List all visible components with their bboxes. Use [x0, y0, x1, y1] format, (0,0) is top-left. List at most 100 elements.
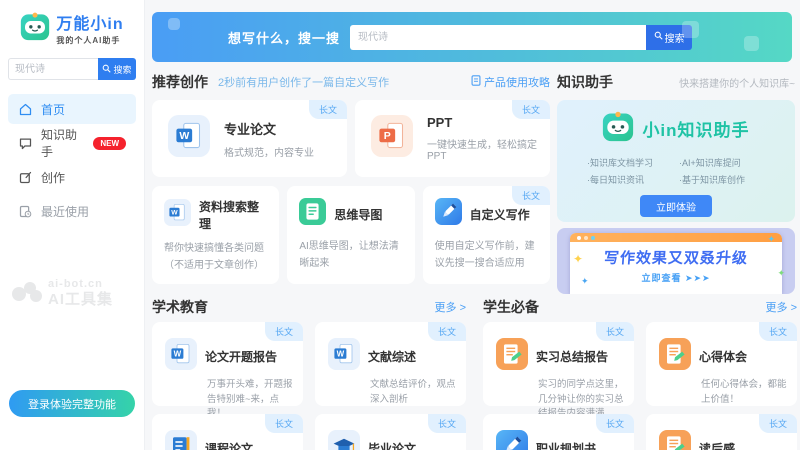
watermark: ai-bot.cn AI工具集	[10, 278, 113, 309]
banner-prompt: 想写什么，搜一搜	[228, 28, 340, 47]
card-research-search[interactable]: W 资料搜索整理 帮你快速搞懂各类问题（不适用于文章创作）	[152, 186, 279, 284]
login-button[interactable]: 登录体验完整功能	[9, 390, 135, 417]
word-icon: W	[328, 338, 360, 375]
watermark-logo-icon	[10, 278, 44, 309]
card-career-plan[interactable]: 长文 职业规划书	[483, 414, 634, 450]
word-icon: W	[165, 338, 197, 375]
ppt-watermark-icon	[682, 21, 699, 38]
sidebar-item-label: 首页	[41, 101, 65, 118]
card-title: 课程论文	[205, 440, 253, 450]
card-title: 思维导图	[334, 206, 382, 223]
long-text-badge: 长文	[309, 100, 347, 119]
sidebar-item-create[interactable]: 创作	[8, 162, 136, 192]
sidebar-search-input[interactable]	[8, 58, 98, 80]
sidebar-item-label: 知识助手	[41, 126, 85, 160]
sidebar-search: 搜索	[8, 58, 136, 80]
section-title: 学术教育	[152, 297, 208, 317]
card-desc: 文献总结评价，观点深入剖析	[370, 378, 456, 407]
long-text-badge: 长文	[265, 322, 303, 341]
knowledge-hint: 快来搭建你的个人知识库~	[679, 75, 795, 90]
edit-icon	[18, 170, 33, 185]
sidebar-item-recent[interactable]: 最近使用	[8, 196, 136, 226]
long-text-badge: 长文	[596, 322, 634, 341]
report-icon	[659, 430, 691, 450]
robot-logo-icon	[20, 11, 50, 46]
card-book-review[interactable]: 长文 读后感	[646, 414, 797, 450]
sidebar-item-knowledge[interactable]: 知识助手 NEW	[8, 128, 136, 158]
pen-icon	[496, 430, 528, 450]
app-subtitle: 我的个人AI助手	[56, 35, 123, 46]
svg-text:W: W	[174, 349, 182, 358]
promo-title: 写作效果又双叒升级	[569, 247, 782, 268]
card-title: 资料搜索整理	[199, 198, 269, 232]
watermark-line1: ai-bot.cn	[48, 278, 113, 291]
card-graduation-thesis[interactable]: 长文 毕业论文 格式规范，内容专业的毕业	[315, 414, 466, 450]
card-desc: 帮你快速搞懂各类问题（不适用于文章创作）	[164, 241, 269, 274]
card-thesis-proposal[interactable]: 长文 W 论文开题报告 万事开头难，开题报告特别难~来，点我！	[152, 322, 303, 406]
sidebar: 万能小in 我的个人AI助手 搜索 首页 知识助手 NEW	[0, 0, 145, 450]
sidebar-search-button[interactable]: 搜索	[98, 58, 136, 80]
card-internship-report[interactable]: 长文 实习总结报告 实习的同学点这里，几分钟让你的实习总结报告内容满满	[483, 322, 634, 406]
card-desc: AI思维导图，让想法清晰起来	[299, 239, 404, 272]
card-mindmap[interactable]: 思维导图 AI思维导图，让想法清晰起来	[287, 186, 414, 284]
card-desc: 使用自定义写作前，建议先搜一搜合适应用	[435, 239, 540, 272]
long-text-badge: 长文	[512, 186, 550, 205]
card-desc: 格式规范，内容专业	[224, 144, 314, 159]
watermark-line2: AI工具集	[48, 291, 113, 308]
svg-text:W: W	[337, 349, 345, 358]
search-icon	[654, 31, 663, 43]
knowledge-card-title: 小in知识助手	[642, 116, 749, 141]
svg-text:W: W	[179, 130, 189, 142]
ppt-icon: P	[371, 115, 413, 162]
promo-frame: 写作效果又双叒升级 立即查看 ➤➤➤	[570, 233, 782, 294]
card-professional-paper[interactable]: 长文 W 专业论文 格式规范，内容专业	[152, 100, 347, 177]
home-icon	[18, 102, 33, 117]
more-link[interactable]: 更多 >	[766, 299, 797, 315]
sidebar-item-label: 最近使用	[41, 203, 89, 220]
card-title: 专业论文	[224, 119, 314, 138]
card-title: 职业规划书	[536, 440, 596, 450]
more-link[interactable]: 更多 >	[435, 299, 466, 315]
sidebar-item-home[interactable]: 首页	[8, 94, 136, 124]
knowledge-assistant-card[interactable]: 小in知识助手 ·知识库文档学习 ·AI+知识库提问 ·每日知识资讯 ·基于知识…	[557, 100, 795, 222]
knowledge-feature: ·每日知识资讯	[587, 173, 679, 186]
promo-cta[interactable]: 立即查看 ➤➤➤	[570, 271, 782, 284]
card-ppt[interactable]: 长文 P PPT 一键快速生成，轻松搞定PPT	[355, 100, 550, 177]
long-text-badge: 长文	[759, 322, 797, 341]
banner-search-input[interactable]	[350, 25, 646, 50]
mindmap-icon	[299, 198, 326, 230]
star-icon	[573, 252, 583, 266]
graduation-cap-icon	[328, 430, 360, 450]
promo-banner[interactable]: 写作效果又双叒升级 立即查看 ➤➤➤	[557, 228, 795, 294]
word-icon: W	[168, 115, 210, 162]
report-icon	[659, 338, 691, 375]
knowledge-feature: ·基于知识库创作	[679, 173, 771, 186]
live-ticker: 2秒前有用户创作了一篇自定义写作	[218, 74, 389, 90]
long-text-badge: 长文	[428, 414, 466, 433]
card-reflection[interactable]: 长文 心得体会 任何心得体会，都能上价值！	[646, 322, 797, 406]
promo-window-bar	[570, 233, 782, 242]
long-text-badge: 长文	[512, 100, 550, 119]
search-banner: 想写什么，搜一搜 搜索	[152, 12, 792, 62]
recent-icon	[18, 204, 33, 219]
card-custom-writing[interactable]: 长文 自定义写作 使用自定义写作前，建议先搜一搜合适应用	[423, 186, 550, 284]
recommended-title: 推荐创作	[152, 72, 208, 92]
lower-sections: 学术教育 更多 > 长文 W 论文开题报告 万事开头难，开题报告特别难~来，点我…	[152, 296, 797, 450]
new-badge: NEW	[93, 137, 126, 150]
card-literature-review[interactable]: 长文 W 文献综述 文献总结评价，观点深入剖析	[315, 322, 466, 406]
card-course-paper[interactable]: 长文 课程论文 格式规范，内容专业的课程	[152, 414, 303, 450]
try-now-button[interactable]: 立即体验	[640, 195, 712, 217]
word-icon: W	[164, 199, 191, 231]
card-desc: 任何心得体会，都能上价值！	[701, 378, 787, 407]
robot-logo-icon	[602, 110, 634, 147]
app-title: 万能小in	[56, 10, 123, 34]
knowledge-section: 知识助手 快来搭建你的个人知识库~ 小in知识助手 ·知识库文档学习 ·AI+知…	[557, 72, 795, 294]
search-icon	[102, 64, 111, 75]
product-guide-link[interactable]: 产品使用攻略	[471, 74, 550, 90]
star-icon	[767, 234, 775, 245]
sidebar-search-label: 搜索	[113, 63, 131, 76]
pen-icon	[435, 198, 462, 230]
star-icon	[777, 268, 785, 279]
doc-watermark-icon	[744, 36, 759, 51]
star-icon	[581, 276, 589, 287]
